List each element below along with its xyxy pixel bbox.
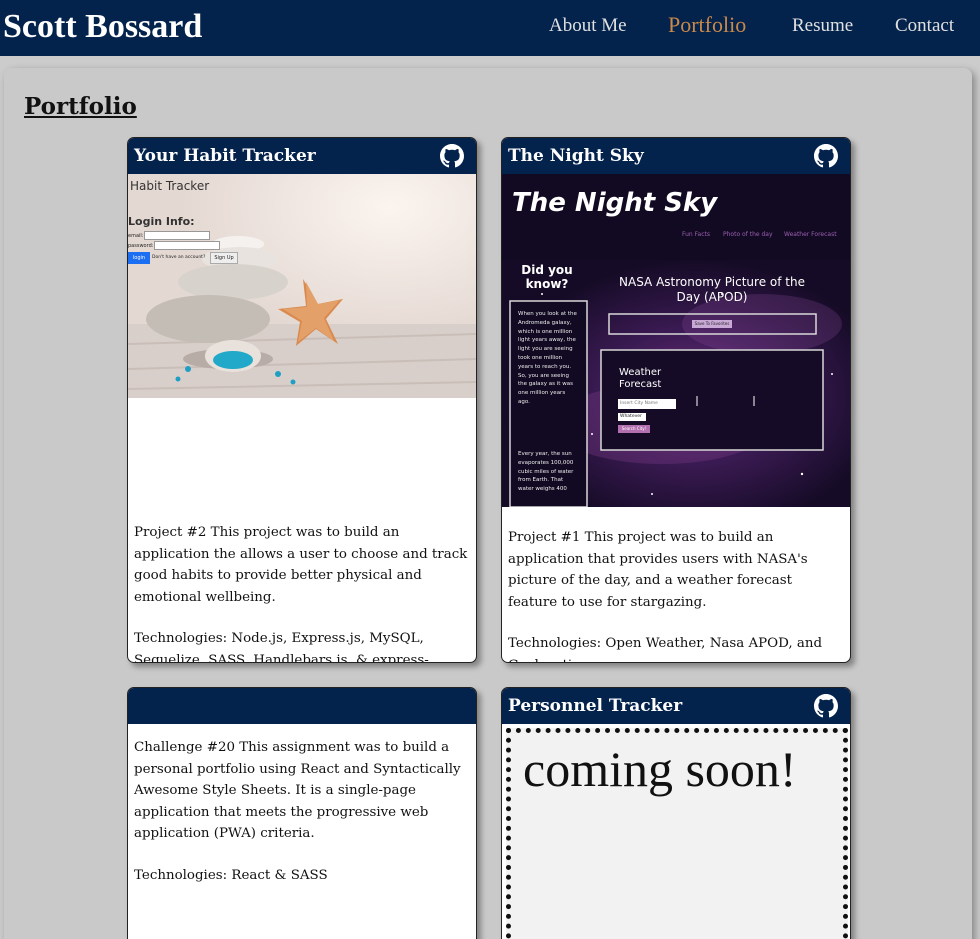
card-title: Your Habit Tracker xyxy=(134,146,316,166)
project-description: Challenge #20 This assignment was to bui… xyxy=(134,740,461,842)
screenshot-no-account-text: Don't have an account? xyxy=(152,255,206,260)
screenshot-nav-weather: Weather Forecast xyxy=(784,231,837,238)
screenshot-login-heading: Login Info: xyxy=(128,215,195,228)
github-icon[interactable] xyxy=(440,144,464,168)
github-icon[interactable] xyxy=(814,144,838,168)
screenshot-email-label: email: xyxy=(128,233,144,239)
project-technologies: Technologies: React & SASS xyxy=(134,867,328,883)
screenshot-fact-2: Every year, the sun evaporates 100,000 c… xyxy=(518,451,574,493)
screenshot-password-label: password: xyxy=(128,243,154,249)
screenshot-weather-title: Weather Forecast xyxy=(619,367,662,390)
habit-tracker-screenshot[interactable]: Habit Tracker Login Info: email: passwor… xyxy=(128,174,476,398)
card-header: Your Habit Tracker xyxy=(128,138,476,174)
screenshot-city-input: Insert City Name xyxy=(618,399,676,409)
project-description: Project #2 This project was to build an … xyxy=(134,525,468,605)
card-header: The Night Sky xyxy=(502,138,850,174)
screenshot-email-field xyxy=(144,231,210,240)
screenshot-apod-title: NASA Astronomy Picture of the Day (APOD) xyxy=(619,275,805,304)
card-header: Personnel Tracker xyxy=(502,688,850,724)
project-card-portfolio: Challenge #20 This assignment was to bui… xyxy=(127,687,477,939)
screenshot-signup-button: Sign Up xyxy=(210,252,238,264)
project-card-night-sky: The Night Sky The Night Sky Fun Facts Ph… xyxy=(501,137,851,663)
screenshot-apod-button: Save To Favorites xyxy=(692,320,732,328)
project-technologies: Technologies: Node.js, Express.js, MySQL… xyxy=(134,631,429,663)
site-brand[interactable]: Scott Bossard xyxy=(3,7,202,47)
project-description: Project #1 This project was to build an … xyxy=(508,530,808,610)
screenshot-nav-photo: Photo of the day xyxy=(723,231,773,238)
site-header: Scott Bossard About Me Portfolio Resume … xyxy=(0,0,980,56)
card-title: Personnel Tracker xyxy=(508,696,683,716)
screenshot-did-you-know: Did you know? xyxy=(521,263,573,291)
screenshot-nav-fun-facts: Fun Facts xyxy=(682,231,710,238)
nav-portfolio[interactable]: Portfolio xyxy=(668,13,746,37)
coming-soon-text: coming soon! xyxy=(523,741,797,797)
github-icon[interactable] xyxy=(814,694,838,718)
screenshot-select: Whatever xyxy=(618,413,646,421)
nav-resume[interactable]: Resume xyxy=(792,14,853,38)
card-body: Project #2 This project was to build an … xyxy=(128,398,476,663)
screenshot-login-button: login xyxy=(128,252,150,264)
screenshot-app-title: The Night Sky xyxy=(512,188,718,218)
nav-about-me[interactable]: About Me xyxy=(549,14,627,38)
card-body: Challenge #20 This assignment was to bui… xyxy=(128,724,476,887)
screenshot-password-field xyxy=(154,241,220,250)
project-card-personnel-tracker: Personnel Tracker coming soon! xyxy=(501,687,851,939)
screenshot-fact-1: When you look at the Andromeda galaxy, w… xyxy=(518,311,577,405)
night-sky-screenshot[interactable]: The Night Sky Fun Facts Photo of the day… xyxy=(502,174,850,507)
card-title: The Night Sky xyxy=(508,146,644,166)
stones-starfish-illustration xyxy=(128,174,476,398)
card-header xyxy=(128,688,476,724)
screenshot-app-title: Habit Tracker xyxy=(130,179,210,193)
project-card-habit-tracker: Your Habit Tracker Habit Tracker Login I… xyxy=(127,137,477,663)
nav-contact[interactable]: Contact xyxy=(895,14,954,38)
project-technologies: Technologies: Open Weather, Nasa APOD, a… xyxy=(508,636,823,662)
coming-soon-placeholder: coming soon! xyxy=(506,728,848,939)
card-body: Project #1 This project was to build an … xyxy=(502,507,850,662)
page-title: Portfolio xyxy=(24,93,137,120)
screenshot-search-button: Search City! xyxy=(618,425,650,433)
